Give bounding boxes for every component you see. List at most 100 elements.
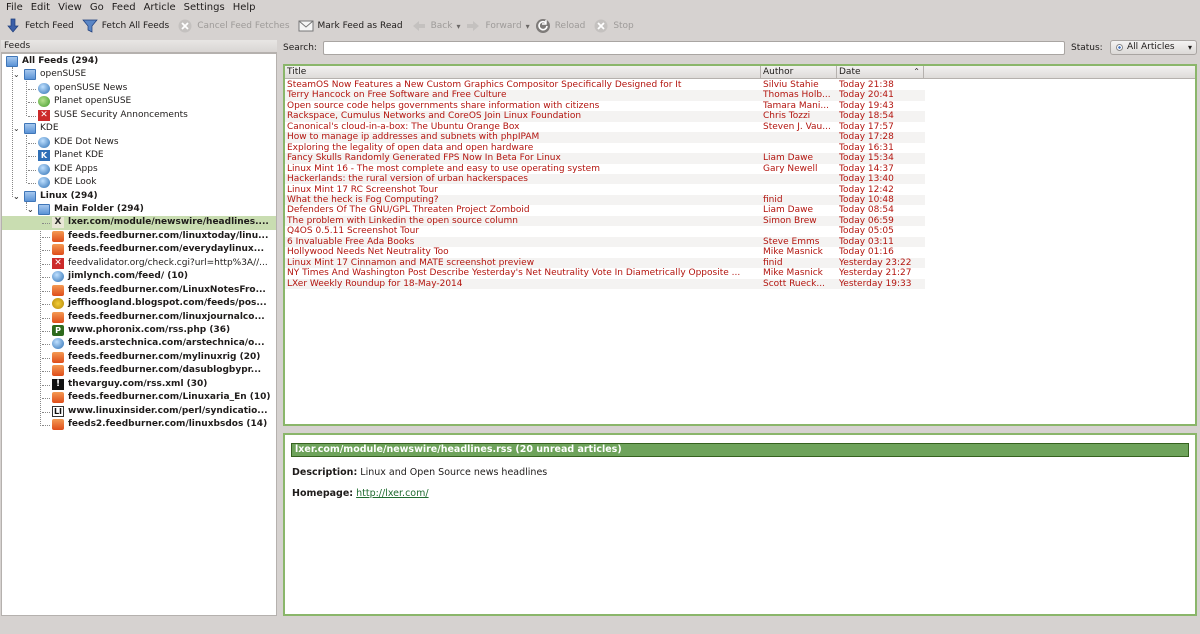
feed-folder[interactable]: ⌄ Linux (294) <box>2 190 276 204</box>
feed-label: thevarguy.com/rss.xml (30) <box>68 378 208 389</box>
feed-item[interactable]: K Planet KDE <box>2 149 276 163</box>
feed-item[interactable]: ! thevarguy.com/rss.xml (30) <box>2 378 276 392</box>
article-row[interactable]: Open source code helps governments share… <box>285 101 925 111</box>
feed-item[interactable]: openSUSE News <box>2 82 276 96</box>
expand-chevron-icon[interactable]: ⌄ <box>13 122 20 136</box>
feed-item[interactable]: feeds.feedburner.com/LinuxNotesFro... <box>2 284 276 298</box>
feed-label: KDE Look <box>54 177 97 188</box>
menu-view[interactable]: View <box>55 1 87 15</box>
article-row[interactable]: Canonical's cloud-in-a-box: The Ubuntu O… <box>285 122 925 132</box>
menu-settings[interactable]: Settings <box>181 1 230 15</box>
back-chevron-down-icon[interactable]: ▾ <box>456 22 460 31</box>
feed-item[interactable]: feeds.feedburner.com/mylinuxrig (20) <box>2 351 276 365</box>
article-row[interactable]: Exploring the legality of open data and … <box>285 143 925 153</box>
feed-item[interactable]: KDE Dot News <box>2 136 276 150</box>
article-row[interactable]: Terry Hancock on Free Software and Free … <box>285 90 925 101</box>
homepage-link[interactable]: http://lxer.com/ <box>356 488 428 499</box>
x-icon: X <box>52 217 64 229</box>
menu-help[interactable]: Help <box>230 1 261 15</box>
feed-label: jeffhoogland.blogspot.com/feeds/pos... <box>68 298 267 309</box>
feed-item[interactable]: jeffhoogland.blogspot.com/feeds/pos... <box>2 297 276 311</box>
article-list[interactable]: Title Author Date ⌃ SteamOS Now Features… <box>283 64 1197 426</box>
column-author[interactable]: Author <box>761 66 837 79</box>
article-row[interactable]: Rackspace, Cumulus Networks and CoreOS J… <box>285 111 925 122</box>
feed-item[interactable]: feeds.feedburner.com/linuxjournalco... <box>2 311 276 325</box>
feed-item[interactable]: feeds.feedburner.com/everydaylinux... <box>2 243 276 257</box>
article-title: NY Times And Washington Post Describe Ye… <box>287 268 741 279</box>
article-row[interactable]: SteamOS Now Features a New Custom Graphi… <box>285 80 925 90</box>
feed-folder[interactable]: ⌄ KDE <box>2 122 276 136</box>
back-button[interactable]: Back <box>409 16 459 36</box>
status-filter-select[interactable]: All Articles ▾ <box>1110 40 1197 55</box>
feed-item[interactable]: feeds.feedburner.com/linuxtoday/linu... <box>2 230 276 244</box>
fetch-all-feeds-button[interactable]: Fetch All Feeds <box>80 16 175 36</box>
expand-chevron-icon[interactable]: ⌄ <box>13 68 20 82</box>
mark-feed-read-button[interactable]: Mark Feed as Read <box>296 16 409 36</box>
search-input[interactable] <box>323 41 1065 55</box>
menu-feed[interactable]: Feed <box>109 1 141 15</box>
tree-guide <box>42 425 50 427</box>
article-row[interactable]: Hackerlands: the rural version of urban … <box>285 174 925 185</box>
feed-item[interactable]: ✕ feedvalidator.org/check.cgi?url=http%3A… <box>2 257 276 271</box>
feed-item[interactable]: feeds.feedburner.com/Linuxaria_En (10) <box>2 391 276 405</box>
feed-item[interactable]: Xlxer.com/module/newswire/headlines.... <box>2 216 276 230</box>
article-row[interactable]: The problem with Linkedin the open sourc… <box>285 215 925 227</box>
article-viewer: lxer.com/module/newswire/headlines.rss (… <box>283 433 1197 616</box>
article-row[interactable]: 6 Invaluable Free Ada Books Steve Emms Tod… <box>285 236 925 248</box>
menu-go[interactable]: Go <box>87 1 109 15</box>
article-title: Rackspace, Cumulus Networks and CoreOS J… <box>287 111 582 122</box>
menu-edit[interactable]: Edit <box>28 1 55 15</box>
feed-all-feeds[interactable]: All Feeds (294) <box>2 55 276 69</box>
forward-chevron-down-icon[interactable]: ▾ <box>526 22 530 31</box>
article-row[interactable]: Q4OS 0.5.11 Screenshot Tour Today 05:05 <box>285 226 925 236</box>
article-row[interactable]: Linux Mint 17 RC Screenshot Tour Today 12… <box>285 185 925 195</box>
feed-folder[interactable]: ⌄ openSUSE <box>2 68 276 82</box>
article-row[interactable]: Fancy Skulls Randomly Generated FPS Now … <box>285 153 925 164</box>
cancel-feed-fetches-button[interactable]: Cancel Feed Fetches <box>175 16 295 36</box>
menu-article[interactable]: Article <box>141 1 181 15</box>
feed-item[interactable]: KDE Apps <box>2 163 276 177</box>
feed-item[interactable]: Pwww.phoronix.com/rss.php (36) <box>2 324 276 338</box>
fetch-feed-button[interactable]: Fetch Feed <box>3 16 80 36</box>
feed-item[interactable]: jimlynch.com/feed/ (10) <box>2 270 276 284</box>
feed-label: www.linuxinsider.com/perl/syndicatio... <box>68 405 268 416</box>
globe-icon <box>38 136 50 148</box>
forward-button[interactable]: Forward <box>463 16 527 36</box>
green-icon <box>38 96 50 108</box>
article-row[interactable]: What the heck is Fog Computing? finid Toda… <box>285 194 925 206</box>
tree-guide <box>42 331 50 332</box>
feed-label: Main Folder (294) <box>54 203 144 214</box>
article-title: Q4OS 0.5.11 Screenshot Tour <box>287 226 420 237</box>
article-row[interactable]: Linux Mint 16 - The most complete and ea… <box>285 164 925 174</box>
tree-guide <box>42 384 50 386</box>
reload-button[interactable]: Reload <box>533 16 592 36</box>
feed-folder[interactable]: ⌄ Main Folder (294) <box>2 203 276 217</box>
feed-item[interactable]: Planet openSUSE <box>2 95 276 109</box>
article-author: Thomas Holb... <box>763 90 831 101</box>
panel-splitter[interactable] <box>283 428 1197 432</box>
feed-item[interactable]: ✕ SUSE Security Annoncements <box>2 109 276 123</box>
feed-label: Planet openSUSE <box>54 96 132 107</box>
feeds-tree[interactable]: All Feeds (294) ⌄ openSUSE openSUSE News Pla… <box>1 53 277 616</box>
feed-item[interactable]: KDE Look <box>2 176 276 190</box>
feed-item[interactable]: feeds.feedburner.com/dasublogbypr... <box>2 364 276 378</box>
article-date: Today 08:54 <box>839 205 894 216</box>
feed-item[interactable]: feeds.arstechnica.com/arstechnica/o... <box>2 337 276 351</box>
article-row[interactable]: NY Times And Washington Post Describe Ye… <box>285 268 925 278</box>
feed-item[interactable]: LI www.linuxinsider.com/perl/syndicatio..… <box>2 405 276 419</box>
article-row[interactable]: LXer Weekly Roundup for 18-May-2014 Scott… <box>285 278 925 289</box>
article-row[interactable]: Defenders Of The GNU/GPL Threaten Projec… <box>285 205 925 215</box>
feed-item[interactable]: feeds2.feedburner.com/linuxbsdos (14) <box>2 418 276 432</box>
expand-chevron-icon[interactable]: ⌄ <box>27 203 34 217</box>
column-title[interactable]: Title <box>285 66 761 79</box>
menu-file[interactable]: File <box>3 1 28 15</box>
article-row[interactable]: How to manage ip addresses and subnets w… <box>285 132 925 143</box>
article-row[interactable]: Hollywood Needs Net Neutrality Too Mike M… <box>285 247 925 257</box>
expand-chevron-icon[interactable]: ⌄ <box>13 190 20 204</box>
article-author: finid <box>763 194 783 205</box>
article-row[interactable]: Linux Mint 17 Cinnamon and MATE screensh… <box>285 257 925 269</box>
column-date[interactable]: Date ⌃ <box>837 66 924 79</box>
article-author: Silviu Stahie <box>763 80 819 90</box>
tree-guide <box>28 142 36 144</box>
stop-button[interactable]: Stop <box>591 16 639 36</box>
